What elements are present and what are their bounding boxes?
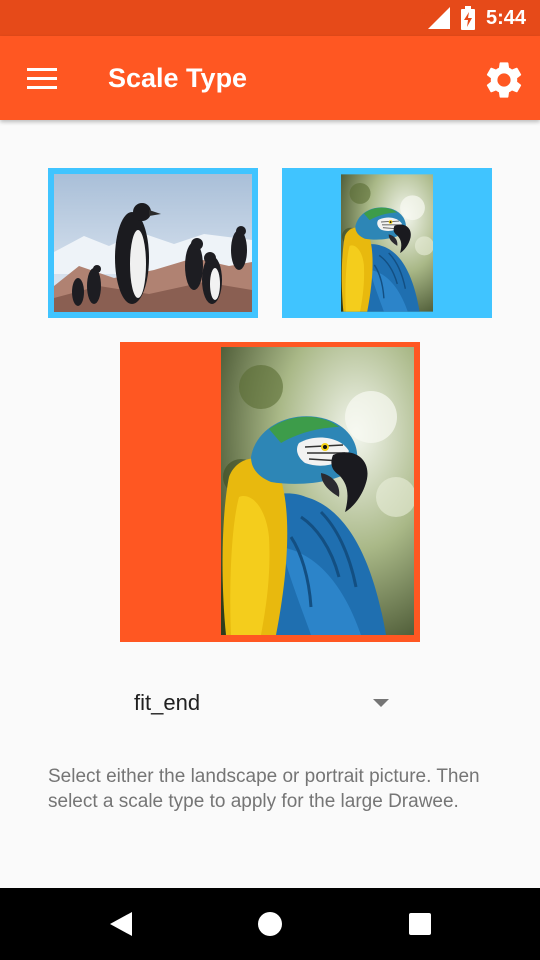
clock: 5:44 [486,7,527,29]
portrait-thumbnail[interactable] [282,168,492,318]
battery-charging-icon [461,6,475,30]
landscape-thumbnail[interactable] [48,168,258,318]
parrot-image [221,347,414,635]
penguins-image [54,174,252,312]
recents-icon[interactable] [404,908,436,940]
app-bar: Scale Type [0,36,540,120]
settings-icon[interactable] [482,58,526,102]
scale-type-dropdown[interactable]: fit_end [120,676,420,730]
dropdown-arrow-icon [373,699,389,707]
home-icon[interactable] [254,908,286,940]
network-type-label: LTE [422,7,442,18]
menu-icon[interactable] [18,58,66,98]
description-text: Select either the landscape or portrait … [48,766,480,812]
drawee-view [120,342,420,642]
status-bar: LTE 5:44 [0,0,540,36]
page-title: Scale Type [108,63,248,93]
parrot-thumbnail-image [341,174,433,312]
back-icon[interactable] [104,908,136,940]
system-navigation-bar [0,888,540,960]
scale-type-selected-value: fit_end [134,690,201,715]
